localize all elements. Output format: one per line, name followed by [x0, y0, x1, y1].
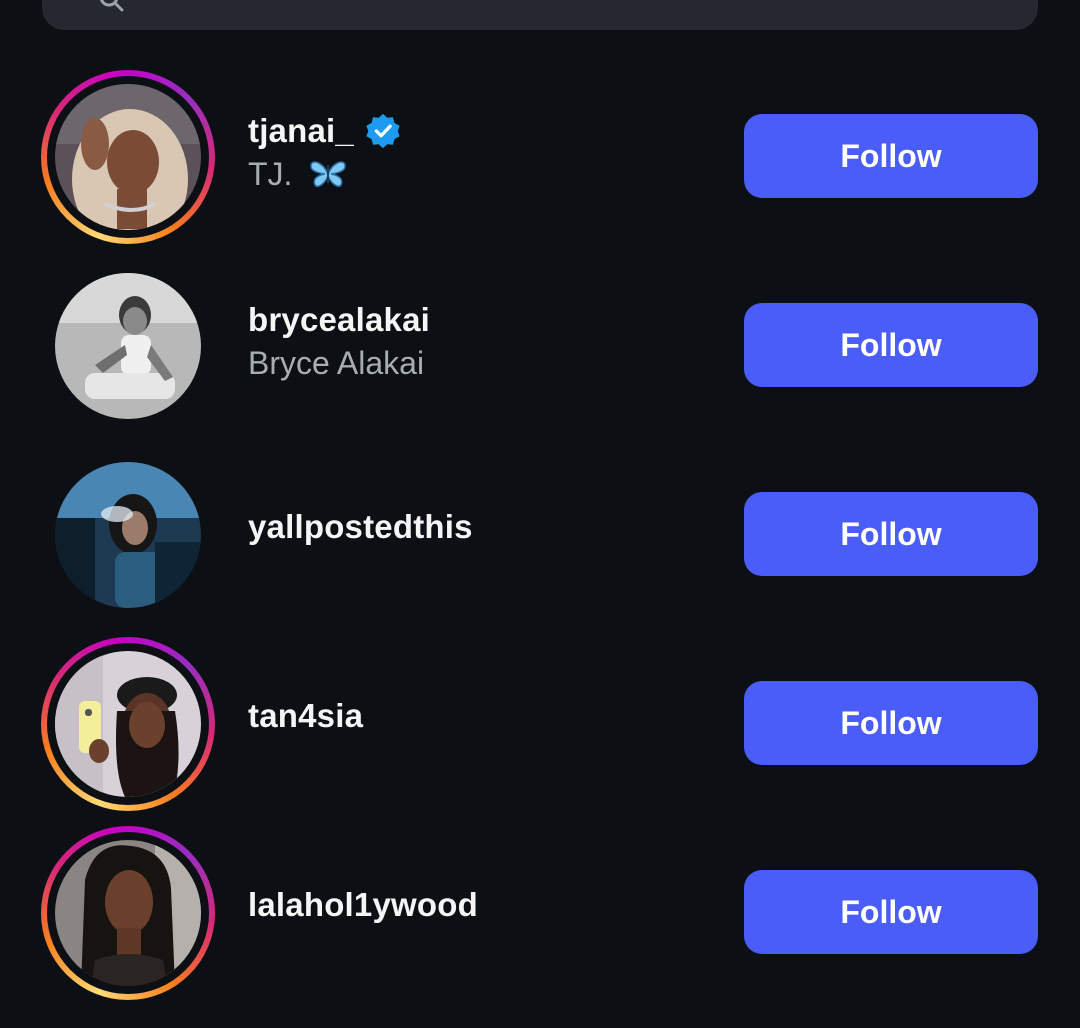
avatar[interactable]: [55, 462, 201, 608]
list-item[interactable]: brycealakai Bryce Alakai Follow: [0, 259, 1080, 448]
avatar-wrap[interactable]: [41, 448, 215, 622]
story-ring[interactable]: [41, 637, 215, 811]
list-item[interactable]: tjanai_ TJ. Follow: [0, 70, 1080, 259]
story-ring[interactable]: [41, 70, 215, 244]
story-ring[interactable]: [41, 826, 215, 1000]
username[interactable]: tjanai_: [248, 112, 354, 150]
avatar[interactable]: [55, 273, 201, 419]
search-icon: [99, 0, 124, 12]
butterfly-icon: [310, 161, 347, 188]
follow-button[interactable]: Follow: [744, 870, 1038, 954]
full-name: Bryce Alakai: [248, 345, 425, 381]
follow-button[interactable]: Follow: [744, 303, 1038, 387]
username[interactable]: brycealakai: [248, 301, 430, 339]
avatar[interactable]: [55, 840, 201, 986]
username[interactable]: lalahol1ywood: [248, 886, 478, 924]
avatar[interactable]: [55, 84, 201, 230]
search-bar[interactable]: [42, 0, 1038, 30]
avatar[interactable]: [55, 651, 201, 797]
avatar-wrap[interactable]: [41, 259, 215, 433]
username[interactable]: tan4sia: [248, 697, 363, 735]
verified-badge-icon: [366, 113, 400, 149]
full-name: TJ.: [248, 156, 347, 193]
follow-button[interactable]: Follow: [744, 114, 1038, 198]
username[interactable]: yallpostedthis: [248, 508, 473, 546]
follow-button[interactable]: Follow: [744, 492, 1038, 576]
list-item[interactable]: tan4sia Follow: [0, 637, 1080, 826]
list-item[interactable]: lalahol1ywood Follow: [0, 826, 1080, 1015]
follow-button[interactable]: Follow: [744, 681, 1038, 765]
list-item[interactable]: yallpostedthis Follow: [0, 448, 1080, 637]
